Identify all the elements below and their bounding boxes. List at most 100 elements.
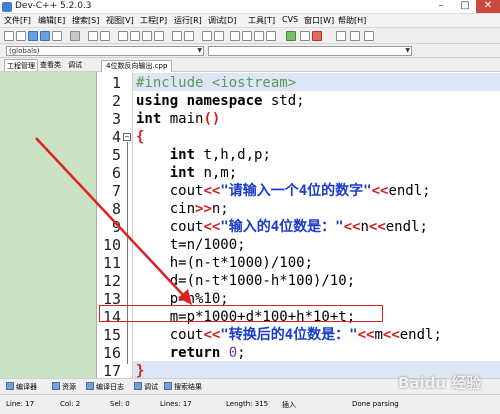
stop-icon[interactable] — [300, 31, 310, 41]
menu-edit[interactable]: 编辑[E] — [38, 15, 65, 26]
tab-compile-log[interactable]: 编译日志 — [86, 382, 124, 392]
code-line-8: cin>>n; — [169, 201, 229, 217]
compile-icon[interactable] — [214, 31, 224, 41]
open-icon[interactable] — [16, 31, 26, 41]
save-all-icon[interactable] — [40, 31, 50, 41]
tab-debug-output[interactable]: 调试 — [134, 382, 158, 392]
compile-log-icon — [86, 382, 94, 390]
fold-collapse-icon[interactable]: − — [123, 133, 131, 141]
code-line-1: #include <iostream> — [136, 75, 297, 91]
new-icon[interactable] — [4, 31, 14, 41]
code-line-10: t=n/1000; — [169, 237, 246, 253]
tab-search-results[interactable]: 搜索结果 — [164, 382, 202, 392]
scope-select[interactable]: (globals) ▼ — [6, 46, 204, 56]
window-title: Dev-C++ 5.2.0.3 — [15, 1, 92, 11]
resources-icon — [52, 382, 60, 390]
code-line-15: cout<<"转换后的4位数是："<<m<<endl; — [169, 327, 442, 343]
code-line-9: cout<<"输入的4位数是："<<n<<endl; — [169, 219, 428, 235]
menu-window[interactable]: 窗口[W] — [304, 15, 334, 26]
undo-icon[interactable] — [88, 31, 98, 41]
line-number: 15 — [102, 326, 121, 344]
redo-icon[interactable] — [100, 31, 110, 41]
find-next-icon[interactable] — [142, 31, 152, 41]
code-line-3: int main() — [136, 111, 221, 127]
menu-cvs[interactable]: CVS — [282, 15, 298, 24]
toggle-comment-icon[interactable] — [202, 31, 212, 41]
menu-help[interactable]: 帮助[H] — [338, 15, 366, 26]
menu-file[interactable]: 文件[F] — [4, 15, 31, 26]
close-icon[interactable] — [52, 31, 62, 41]
status-length: Length: 315 — [226, 400, 269, 408]
menu-run[interactable]: 运行[R] — [174, 15, 202, 26]
code-line-11: h=(n-t*1000)/100; — [169, 255, 314, 271]
goto-icon[interactable] — [154, 31, 164, 41]
search-results-icon — [164, 382, 172, 390]
print-icon[interactable] — [70, 31, 80, 41]
properties-icon[interactable] — [350, 31, 360, 41]
code-editor[interactable]: #include <iostream> using namespace std;… — [133, 72, 500, 378]
save-icon[interactable] — [28, 31, 38, 41]
code-line-5: int t,h,d,p; — [169, 147, 271, 163]
compile-run-icon[interactable] — [242, 31, 252, 41]
new-project-icon[interactable] — [336, 31, 346, 41]
code-line-16: return 0; — [169, 345, 246, 361]
watermark-logo: Baidu 经验 — [398, 374, 482, 392]
member-select[interactable]: ▼ — [208, 46, 412, 56]
status-insert-mode: 插入 — [282, 401, 296, 409]
about-icon[interactable] — [312, 31, 322, 41]
tab-project-manager[interactable]: 工程管理 — [4, 59, 38, 71]
tab-resources[interactable]: 资源 — [52, 382, 76, 392]
tab-class-browser[interactable]: 查看类 — [38, 59, 63, 71]
status-sel: Sel: 0 — [110, 400, 130, 408]
line-number-gutter: 1 2 3 4 − 5 6 7 8 9 10 11 12 13 14 15 16… — [97, 72, 133, 380]
menu-bar: 文件[F] 编辑[E] 搜索[S] 视图[V] 工程[P] 运行[R] 调试[D… — [0, 14, 500, 28]
unindent-icon[interactable] — [184, 31, 194, 41]
replace-icon[interactable] — [130, 31, 140, 41]
line-number: 4 — [111, 128, 121, 146]
title-bar: Dev-C++ 5.2.0.3 – □ ✕ — [0, 0, 500, 14]
status-col: Col: 2 — [60, 400, 81, 408]
project-panel[interactable] — [0, 72, 97, 378]
code-line-7: cout<<"请输入一个4位的数字"<<endl; — [169, 183, 431, 199]
tab-compiler[interactable]: 编译器 — [6, 382, 37, 392]
menu-debug[interactable]: 调试[D] — [208, 15, 236, 26]
line-number: 9 — [111, 218, 121, 236]
toolbar — [0, 28, 500, 44]
annotation-highlight-box — [99, 305, 383, 322]
maximize-button[interactable]: □ — [454, 0, 476, 13]
indent-icon[interactable] — [172, 31, 182, 41]
editor-tabs: 4位数反向输出.cpp — [97, 58, 500, 72]
menu-search[interactable]: 搜索[S] — [72, 15, 99, 26]
find-icon[interactable] — [118, 31, 128, 41]
tab-debug[interactable]: 调试 — [66, 59, 84, 71]
status-lines: Lines: 17 — [160, 400, 192, 408]
debug-icon[interactable] — [266, 31, 276, 41]
fold-guide-line — [127, 142, 128, 364]
line-number: 2 — [111, 92, 121, 110]
minimize-button[interactable]: – — [430, 0, 452, 13]
code-line-12: d=(n-t*1000-h*100)/10; — [169, 273, 356, 289]
line-number: 5 — [111, 146, 121, 164]
line-number: 6 — [111, 164, 121, 182]
chevron-down-icon: ▼ — [197, 47, 202, 54]
scope-select-value: (globals) — [9, 47, 40, 55]
line-number: 11 — [102, 254, 121, 272]
help-icon[interactable] — [364, 31, 374, 41]
code-line-6: int n,m; — [169, 165, 238, 181]
line-number: 8 — [111, 200, 121, 218]
editor-tab-file[interactable]: 4位数反向输出.cpp — [101, 60, 173, 72]
line-number: 10 — [102, 236, 121, 254]
rebuild-icon[interactable] — [254, 31, 264, 41]
line-number: 3 — [111, 110, 121, 128]
line-number: 12 — [102, 272, 121, 290]
chevron-down-icon: ▼ — [405, 47, 410, 54]
check-icon[interactable] — [286, 31, 296, 41]
menu-project[interactable]: 工程[P] — [140, 15, 167, 26]
run-icon[interactable] — [230, 31, 240, 41]
menu-tools[interactable]: 工具[T] — [248, 15, 275, 26]
menu-view[interactable]: 视图[V] — [106, 15, 134, 26]
line-number: 16 — [102, 344, 121, 362]
compiler-icon — [6, 382, 14, 390]
line-number: 1 — [111, 74, 121, 92]
close-button[interactable]: ✕ — [476, 0, 500, 13]
